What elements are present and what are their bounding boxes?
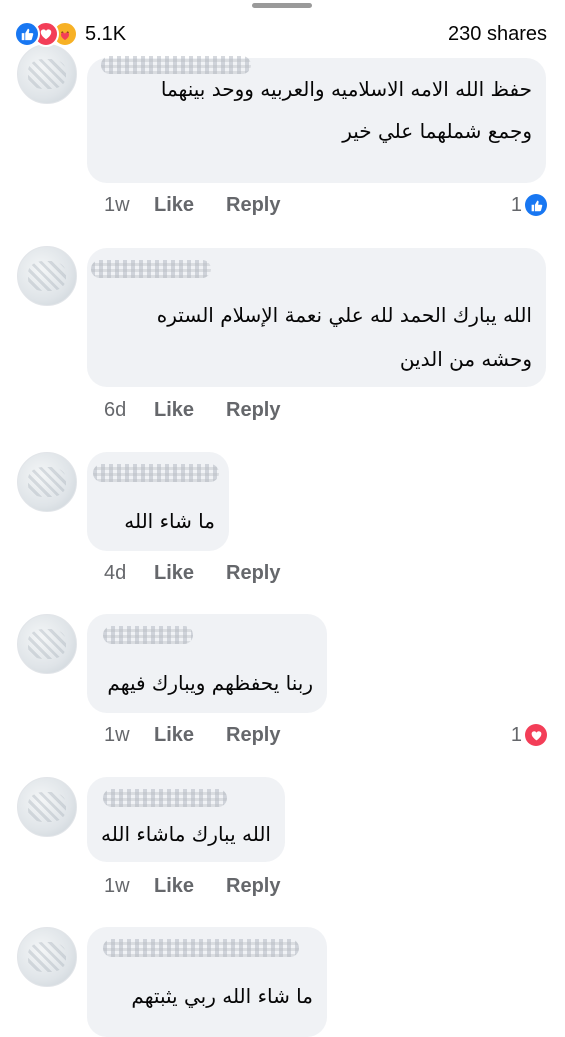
comment-reaction-count: 1 [510,193,522,216]
comment-bubble[interactable]: حفظ الله الامه الاسلاميه والعربيه ووحد ب… [87,56,546,183]
like-button[interactable]: Like [154,194,226,217]
avatar[interactable] [17,452,77,512]
comment-time[interactable]: 4d [104,562,154,585]
comment-bubble[interactable]: ما شاء الله ربي يثبتهم [87,927,327,1037]
like-icon [14,21,40,47]
comment-text-line: الله يبارك ماشاء الله [101,822,271,846]
reactions-header: 5.1K 230 shares [0,16,565,52]
like-button[interactable]: Like [154,724,226,747]
comment-text-line: ما شاء الله ربي يثبتهم [131,984,313,1008]
avatar[interactable] [17,777,77,837]
reply-button[interactable]: Reply [226,724,280,747]
comment-bubble[interactable]: ربنا يحفظهم ويبارك فيهم [87,614,327,713]
reactions-summary[interactable]: 5.1K [14,21,126,47]
comment-actions: 1w Like Reply [104,192,280,218]
comment-text-line: ما شاء الله [124,509,215,533]
comment-actions: 6d Like Reply [104,397,280,423]
reply-button[interactable]: Reply [226,875,280,898]
reaction-count[interactable]: 5.1K [85,23,126,46]
comment-time[interactable]: 6d [104,399,154,422]
comment-reactions[interactable]: 1 [511,192,547,218]
comment-time[interactable]: 1w [104,724,154,747]
author-name-redacted[interactable] [103,626,193,644]
comment-bubble[interactable]: ما شاء الله [87,452,229,551]
comment-time[interactable]: 1w [104,875,154,898]
comment-text-line: وجمع شملهما علي خير [342,119,532,143]
author-name-redacted[interactable] [91,260,211,278]
love-icon [525,724,547,746]
like-button[interactable]: Like [154,562,226,585]
avatar[interactable] [17,44,77,104]
comment-reactions[interactable]: 1 [511,722,547,748]
comment-text-line: حفظ الله الامه الاسلاميه والعربيه ووحد ب… [160,77,532,101]
comment-actions: 4d Like Reply [104,560,280,586]
reply-button[interactable]: Reply [226,399,280,422]
author-name-redacted[interactable] [93,464,219,482]
like-button[interactable]: Like [154,875,226,898]
shares-count[interactable]: 230 shares [448,23,547,46]
sheet-drag-handle[interactable] [252,3,312,8]
avatar[interactable] [17,614,77,674]
author-name-redacted[interactable] [103,939,299,957]
comment-actions: 1w Like Reply [104,873,280,899]
comment-text-line: ربنا يحفظهم ويبارك فيهم [107,671,313,695]
avatar[interactable] [17,927,77,987]
like-icon [525,194,547,216]
reply-button[interactable]: Reply [226,194,280,217]
author-name-redacted[interactable] [103,789,227,807]
comment-time[interactable]: 1w [104,194,154,217]
comment-text-line: وحشه من الدين [399,347,532,371]
reply-button[interactable]: Reply [226,562,280,585]
comment-bubble[interactable]: الله يبارك ماشاء الله [87,777,285,862]
comment-reaction-count: 1 [510,723,522,746]
comment-text-line: الله يبارك الحمد لله علي نعمة الإسلام ال… [156,303,532,327]
like-button[interactable]: Like [154,399,226,422]
comment-actions: 1w Like Reply [104,722,280,748]
avatar[interactable] [17,246,77,306]
comment-bubble[interactable]: الله يبارك الحمد لله علي نعمة الإسلام ال… [87,248,546,387]
